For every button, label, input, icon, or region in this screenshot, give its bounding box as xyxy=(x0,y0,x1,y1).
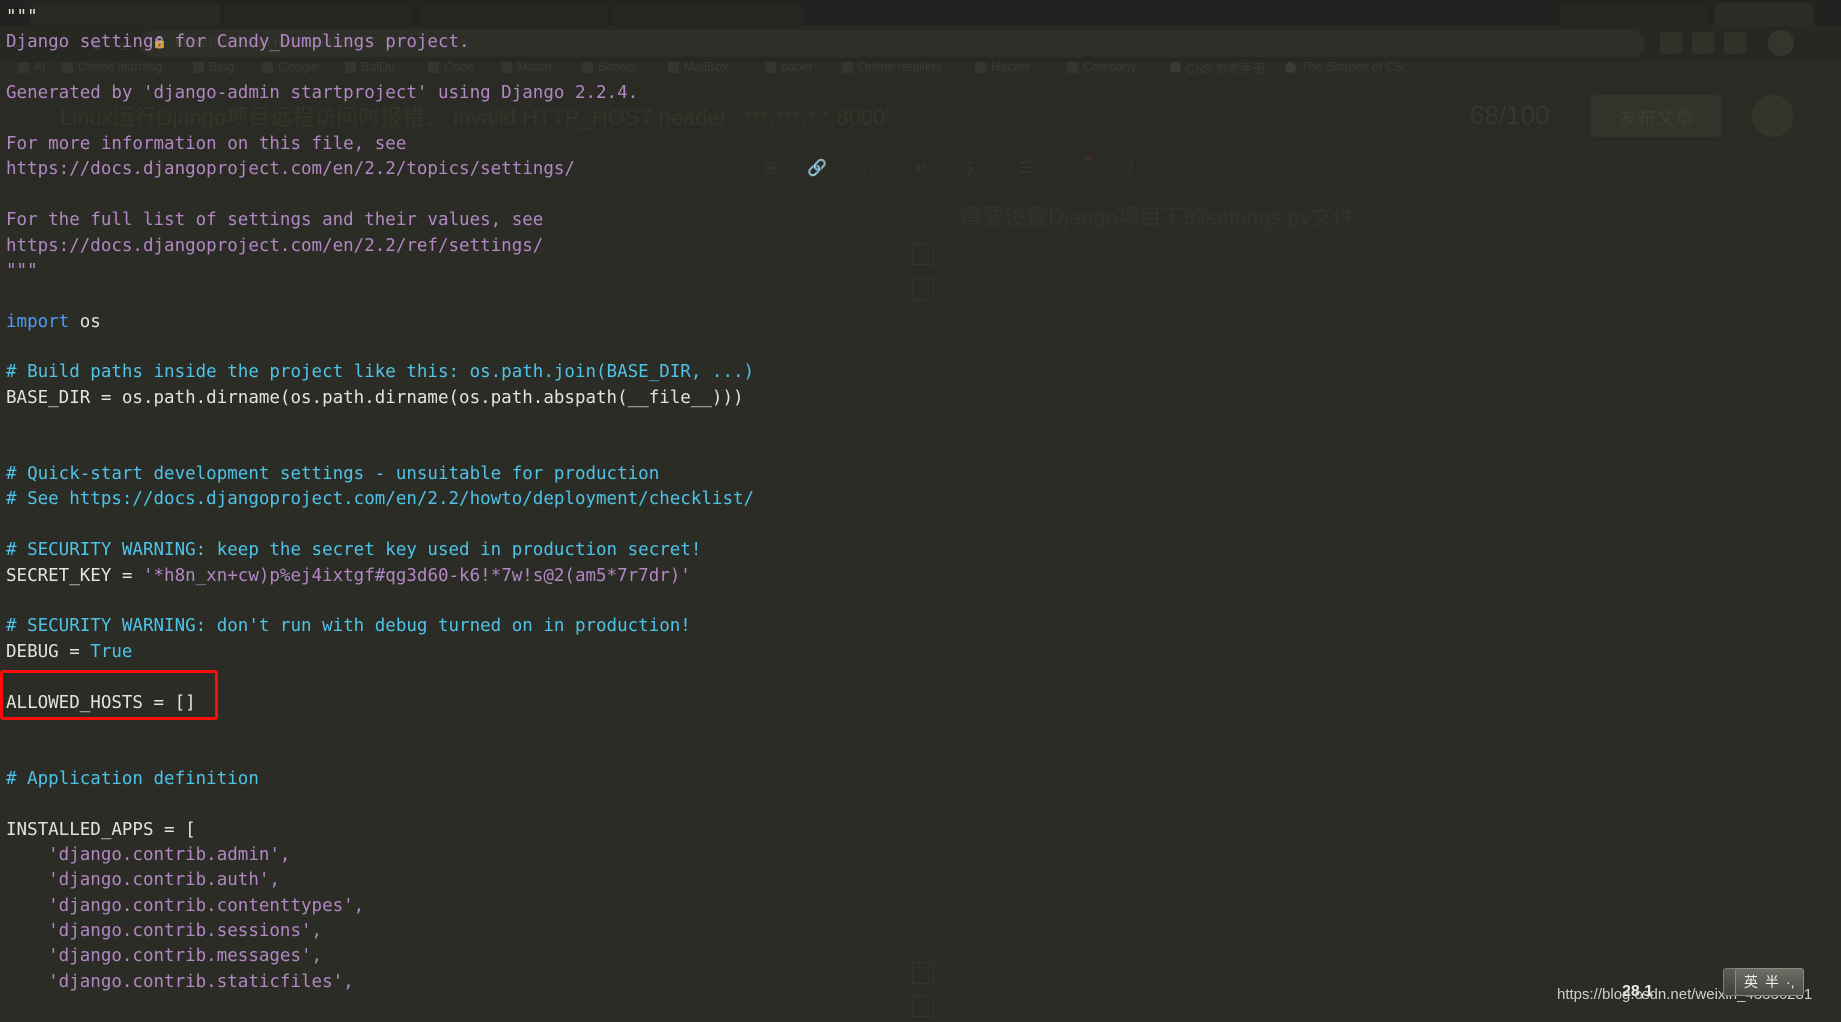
ime-toolbar[interactable]: 英 半 ·, xyxy=(1735,968,1804,996)
bookmark-star-icon[interactable]: ☆ xyxy=(1620,35,1628,50)
bookmark-item[interactable]: Match xyxy=(501,56,551,78)
editor-score-badge: 68/100 xyxy=(1470,100,1550,130)
bookmark-item[interactable]: paper xyxy=(765,56,813,78)
editor-gutter-marker xyxy=(912,995,934,1017)
publish-article-label: 发布文章 xyxy=(1617,107,1694,129)
bookmark-favicon-icon xyxy=(765,61,776,73)
bookmark-favicon-icon xyxy=(582,61,593,73)
user-avatar[interactable] xyxy=(1752,95,1794,137)
page-icon[interactable]: ☰ xyxy=(1014,158,1036,180)
bookmark-item[interactable]: Online retailers xyxy=(842,56,942,78)
bookmark-item[interactable]: The Shapes of CS... xyxy=(1285,56,1414,78)
bookmark-favicon-icon xyxy=(975,61,986,73)
unsaved-indicator-dot xyxy=(1085,155,1092,162)
bookmark-favicon-icon xyxy=(193,61,204,73)
bookmark-item[interactable]: Code xyxy=(428,56,474,78)
bookmark-item[interactable]: CSS 参考手册 xyxy=(1170,56,1265,78)
ime-punctuation-label[interactable]: ·, xyxy=(1786,974,1795,990)
bookmark-item[interactable]: Blog xyxy=(193,56,234,78)
editor-body-text: 需要设置Django项目下的settings.py文件 xyxy=(960,205,1355,230)
bookmark-item[interactable]: Google xyxy=(262,56,318,78)
bookmark-favicon-icon xyxy=(501,61,512,73)
background-browser-window: ← → ↻ ⌂ 🔒 https://mp.csdn.net/mdeditor# … xyxy=(0,0,1841,1022)
bookmark-favicon-icon xyxy=(62,61,73,73)
browser-tab[interactable] xyxy=(418,3,608,26)
bookmark-favicon-icon xyxy=(1170,61,1181,73)
image-icon[interactable]: ☑ xyxy=(855,158,877,180)
formula-icon[interactable]: ∑ xyxy=(960,158,982,180)
bookmark-item[interactable]: AI xyxy=(18,56,46,78)
bookmark-favicon-icon xyxy=(18,61,29,73)
bookmark-favicon-icon xyxy=(262,61,273,73)
extension-icon[interactable] xyxy=(1692,32,1714,54)
bookmark-favicon-icon xyxy=(1067,61,1078,73)
bookmark-item[interactable]: Online learning xyxy=(62,56,162,78)
extension-icon[interactable] xyxy=(1724,32,1746,54)
help-icon[interactable]: ? xyxy=(1118,158,1140,180)
home-icon[interactable]: ⌂ xyxy=(114,36,132,54)
editor-gutter-marker xyxy=(912,243,934,265)
browser-tab[interactable] xyxy=(224,3,414,26)
bookmarks-bar: AI Online learning Blog Google BaiDu Cod… xyxy=(0,56,1841,78)
bookmark-favicon-icon xyxy=(1285,61,1296,73)
address-bar[interactable] xyxy=(140,30,1645,57)
browser-tab-active[interactable] xyxy=(1714,3,1814,26)
bookmark-item[interactable]: Hacker xyxy=(975,56,1031,78)
bookmark-favicon-icon xyxy=(428,61,439,73)
ime-mode-label[interactable]: 英 xyxy=(1744,972,1758,992)
ime-width-label[interactable]: 半 xyxy=(1765,972,1779,992)
editor-gutter-marker xyxy=(912,278,934,300)
bookmark-favicon-icon xyxy=(345,61,356,73)
bookmark-item[interactable]: BaiDu xyxy=(345,56,395,78)
screen-root: ← → ↻ ⌂ 🔒 https://mp.csdn.net/mdeditor# … xyxy=(0,0,1841,1022)
publish-article-button[interactable]: 发布文章 xyxy=(1590,95,1722,137)
editor-document-title[interactable]: Linux运行Django项目远程访问时报错： Invalid HTTP_HOS… xyxy=(60,100,890,132)
bookmark-favicon-icon xyxy=(842,61,853,73)
browser-tab[interactable] xyxy=(30,3,220,26)
bookmark-item[interactable]: MailBox xyxy=(668,56,728,78)
upload-icon[interactable]: ↵ xyxy=(911,158,933,180)
extension-icon[interactable] xyxy=(1660,32,1682,54)
table-icon[interactable]: ⊞ xyxy=(760,158,782,180)
profile-avatar[interactable] xyxy=(1768,30,1794,56)
address-bar-url: https://mp.csdn.net/mdeditor# xyxy=(175,34,360,50)
bookmark-item[interactable]: Company xyxy=(1067,56,1137,78)
link-icon[interactable]: 🔗 xyxy=(806,158,828,180)
bookmark-item[interactable]: School xyxy=(582,56,636,78)
browser-tab[interactable] xyxy=(1560,3,1710,26)
forward-icon[interactable]: → xyxy=(48,36,66,54)
reload-icon[interactable]: ↻ xyxy=(88,36,106,54)
browser-tab[interactable] xyxy=(612,3,802,26)
bookmark-favicon-icon xyxy=(668,61,679,73)
back-icon[interactable]: ← xyxy=(8,36,26,54)
annotation-highlight-box xyxy=(0,670,218,720)
lock-icon: 🔒 xyxy=(152,35,167,49)
editor-gutter-marker xyxy=(912,962,934,984)
